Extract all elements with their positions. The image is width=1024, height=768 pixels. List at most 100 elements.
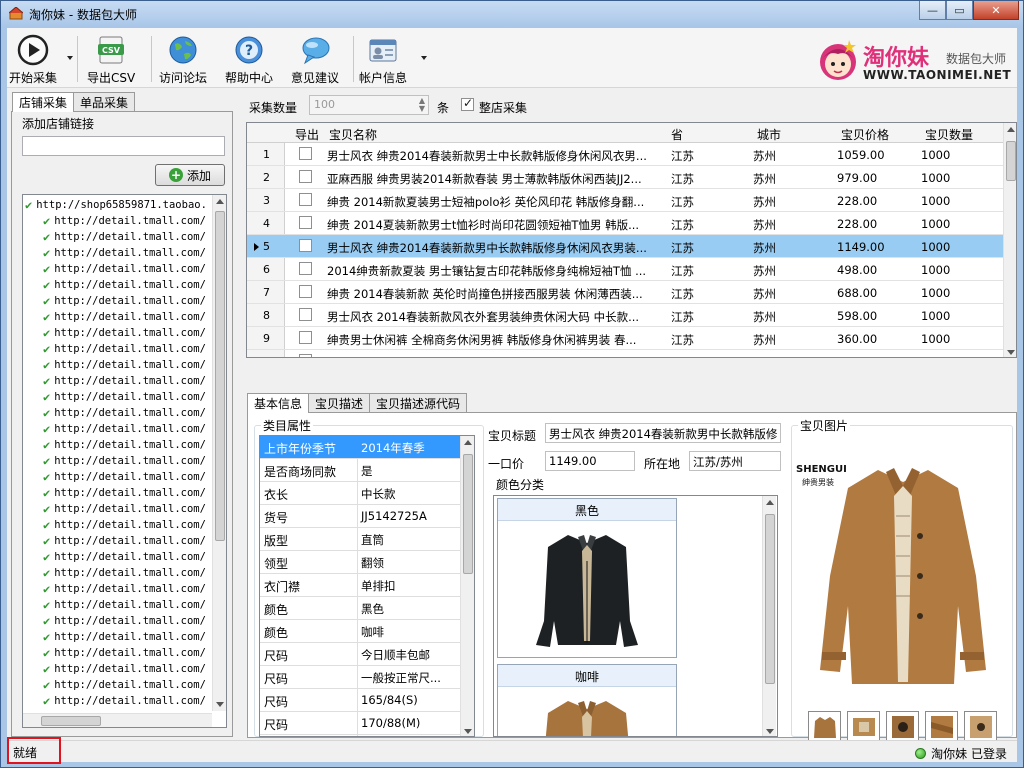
- tree-item-detail[interactable]: ✔ http://detail.tmall.com/: [43, 581, 206, 597]
- col-city[interactable]: 城市: [757, 126, 781, 143]
- col-export[interactable]: 导出: [295, 126, 319, 143]
- tree-item-detail[interactable]: ✔ http://detail.tmall.com/: [43, 661, 206, 677]
- tree-item-detail[interactable]: ✔ http://detail.tmall.com/: [43, 677, 206, 693]
- thumbnail-4[interactable]: [925, 711, 958, 743]
- attr-row[interactable]: 版型 直筒: [260, 528, 460, 551]
- scroll-up-arrow[interactable]: [464, 440, 472, 445]
- scroll-thumb[interactable]: [765, 514, 775, 684]
- scroll-down-arrow[interactable]: [464, 729, 472, 734]
- price-field[interactable]: 1149.00: [545, 451, 635, 471]
- tree-item-detail[interactable]: ✔ http://detail.tmall.com/: [43, 229, 206, 245]
- attr-table[interactable]: 上市年份季节 2014年春季 是否商场同款 是衣长 中长款 货号 JJ5142725A 版型 直…: [259, 435, 475, 737]
- tree-vertical-scrollbar[interactable]: [212, 195, 226, 711]
- tree-item-shop[interactable]: ✔ http://shop65859871.taobao.: [25, 197, 207, 213]
- export-checkbox[interactable]: [299, 216, 312, 229]
- thumbnail-3[interactable]: [886, 711, 919, 743]
- attr-row[interactable]: 衣长 中长款: [260, 482, 460, 505]
- grid-row[interactable]: 6 2014绅贵新款夏装 男士镶钻复古印花韩版修身纯棉短袖T恤 ... 江苏 苏州 49…: [247, 258, 1004, 281]
- thumbnail-2[interactable]: [847, 711, 880, 743]
- tree-item-detail[interactable]: ✔ http://detail.tmall.com/: [43, 485, 206, 501]
- scroll-down-arrow[interactable]: [766, 729, 774, 734]
- tree-item-detail[interactable]: ✔ http://detail.tmall.com/: [43, 325, 206, 341]
- export-checkbox[interactable]: [299, 262, 312, 275]
- export-checkbox[interactable]: [299, 170, 312, 183]
- grid-row[interactable]: 7 绅贵 2014春装新款 英伦时尚撞色拼接西服男装 休闲薄西装... 江苏 苏州 68…: [247, 281, 1004, 304]
- tree-item-detail[interactable]: ✔ http://detail.tmall.com/: [43, 213, 206, 229]
- whole-shop-checkbox[interactable]: [461, 96, 474, 111]
- tree-item-detail[interactable]: ✔ http://detail.tmall.com/: [43, 597, 206, 613]
- col-province[interactable]: 省: [671, 126, 683, 143]
- tree-item-detail[interactable]: ✔ http://detail.tmall.com/: [43, 565, 206, 581]
- scroll-thumb[interactable]: [463, 454, 473, 574]
- attr-vertical-scrollbar[interactable]: [460, 436, 474, 736]
- grid-row[interactable]: 9 绅贵男士休闲裤 全棉商务休闲男裤 韩版修身休闲裤男装 春... 江苏 苏州 360.…: [247, 327, 1004, 350]
- scroll-thumb[interactable]: [215, 211, 225, 541]
- scroll-up-arrow[interactable]: [1007, 127, 1015, 132]
- color-swatch-coffee[interactable]: 咖啡: [497, 664, 677, 736]
- attr-row[interactable]: 领型 翻领: [260, 551, 460, 574]
- tree-item-detail[interactable]: ✔ http://detail.tmall.com/: [43, 277, 206, 293]
- tree-item-detail[interactable]: ✔ http://detail.tmall.com/: [43, 645, 206, 661]
- tree-item-detail[interactable]: ✔ http://detail.tmall.com/: [43, 629, 206, 645]
- tree-item-detail[interactable]: ✔ http://detail.tmall.com/: [43, 549, 206, 565]
- title-field[interactable]: 男士风衣 绅贵2014春装新款男中长款韩版修: [545, 423, 781, 443]
- tree-item-detail[interactable]: ✔ http://detail.tmall.com/: [43, 437, 206, 453]
- attr-row[interactable]: 尺码 今日顺丰包邮: [260, 643, 460, 666]
- tab-description-source[interactable]: 宝贝描述源代码: [369, 393, 468, 412]
- grid-row[interactable]: 5 男士风衣 绅贵2014春装新款男中长款韩版修身休闲风衣男装... 江苏 苏州 114…: [247, 235, 1004, 258]
- tab-basic-info[interactable]: 基本信息: [247, 393, 310, 413]
- tree-item-detail[interactable]: ✔ http://detail.tmall.com/: [43, 517, 206, 533]
- scroll-down-arrow[interactable]: [1007, 350, 1015, 355]
- attr-row[interactable]: 颜色 黑色: [260, 597, 460, 620]
- hscroll-thumb[interactable]: [41, 716, 101, 726]
- attr-row[interactable]: 尺码 一般按正常尺...: [260, 666, 460, 689]
- scroll-thumb[interactable]: [1006, 141, 1016, 181]
- shop-url-input[interactable]: [22, 136, 225, 156]
- tree-item-detail[interactable]: ✔ http://detail.tmall.com/: [43, 357, 206, 373]
- export-checkbox[interactable]: [299, 354, 312, 357]
- tree-item-detail[interactable]: ✔ http://detail.tmall.com/: [43, 453, 206, 469]
- tree-horizontal-scrollbar[interactable]: [23, 713, 212, 727]
- tree-item-detail[interactable]: ✔ http://detail.tmall.com/: [43, 389, 206, 405]
- attr-row[interactable]: 尺码 170/88(M): [260, 712, 460, 735]
- tree-item-detail[interactable]: ✔ http://detail.tmall.com/: [43, 533, 206, 549]
- attr-row[interactable]: 尺码175/92(L): [260, 735, 460, 736]
- grid-row[interactable]: 4 绅贵 2014夏装新款男士t恤衫时尚印花圆领短袖T恤男 韩版... 江苏 苏州 22…: [247, 212, 1004, 235]
- spinner-arrows-icon[interactable]: ▲ ▼: [419, 97, 425, 113]
- grid-row[interactable]: 2 亚麻西服 绅贵男装2014新款春装 男士薄款韩版休闲西装JJ2... 江苏 苏州 9…: [247, 166, 1004, 189]
- tree-item-detail[interactable]: ✔ http://detail.tmall.com/: [43, 309, 206, 325]
- feedback-button[interactable]: 意见建议: [291, 34, 339, 86]
- account-dropdown-arrow[interactable]: [421, 56, 427, 60]
- start-dropdown-arrow[interactable]: [67, 56, 73, 60]
- tree-item-detail[interactable]: ✔ http://detail.tmall.com/: [43, 405, 206, 421]
- grid-row[interactable]: 3 绅贵 2014新款夏装男士短袖polo衫 英伦风印花 韩版修身翻... 江苏 苏州…: [247, 189, 1004, 212]
- scroll-up-arrow[interactable]: [766, 500, 774, 505]
- tree-item-detail[interactable]: ✔ http://detail.tmall.com/: [43, 421, 206, 437]
- thumbnail-5[interactable]: [964, 711, 997, 743]
- export-csv-button[interactable]: CSV 导出CSV: [87, 34, 135, 86]
- tab-shop-collect[interactable]: 店铺采集: [12, 92, 75, 112]
- thumbnail-1[interactable]: [808, 711, 841, 743]
- grid-row[interactable]: 1 男士风衣 绅贵2014春装新款男士中长款韩版修身休闲风衣男... 江苏 苏州 105…: [247, 143, 1004, 166]
- scroll-up-arrow[interactable]: [216, 199, 224, 204]
- grid-vertical-scrollbar[interactable]: [1003, 123, 1016, 357]
- close-button[interactable]: ✕: [973, 1, 1019, 20]
- export-checkbox[interactable]: [299, 193, 312, 206]
- maximize-button[interactable]: ▭: [946, 1, 973, 20]
- grid-row[interactable]: 8 男士风衣 2014春装新款风衣外套男装绅贵休闲大码 中长款... 江苏 苏州 598…: [247, 304, 1004, 327]
- tree-item-detail[interactable]: ✔ http://detail.tmall.com/: [43, 341, 206, 357]
- visit-forum-button[interactable]: 访问论坛: [159, 34, 207, 86]
- tree-item-detail[interactable]: ✔ http://detail.tmall.com/: [43, 469, 206, 485]
- tree-item-detail[interactable]: ✔ http://detail.tmall.com/: [43, 613, 206, 629]
- scroll-down-arrow[interactable]: [216, 702, 224, 707]
- tab-description[interactable]: 宝贝描述: [308, 393, 371, 412]
- attr-row[interactable]: 是否商场同款 是: [260, 459, 460, 482]
- export-checkbox[interactable]: [299, 285, 312, 298]
- attr-row[interactable]: 货号 JJ5142725A: [260, 505, 460, 528]
- account-info-button[interactable]: 帐户信息: [359, 34, 407, 86]
- attr-row[interactable]: 衣门襟 单排扣: [260, 574, 460, 597]
- attr-row[interactable]: 尺码 165/84(S): [260, 689, 460, 712]
- tree-item-detail[interactable]: ✔ http://detail.tmall.com/: [43, 293, 206, 309]
- export-checkbox[interactable]: [299, 308, 312, 321]
- tree-item-detail[interactable]: ✔ http://detail.tmall.com/: [43, 373, 206, 389]
